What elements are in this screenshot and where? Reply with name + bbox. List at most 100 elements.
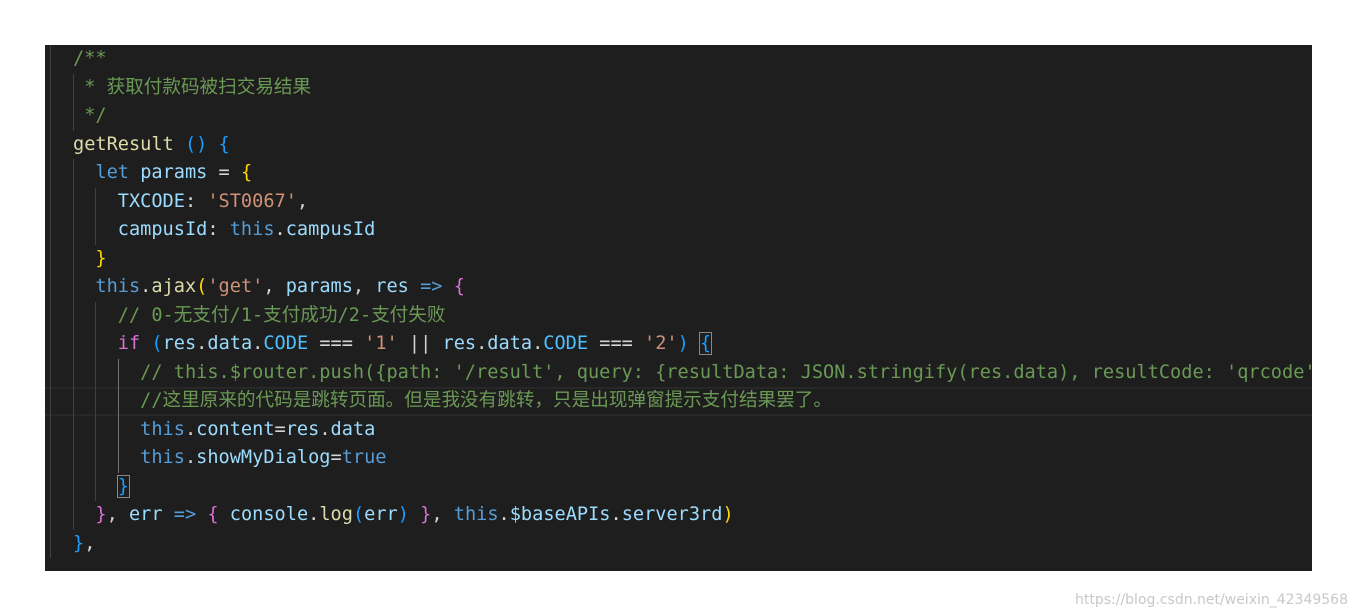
indent-guide [95, 330, 97, 359]
code-token: true [341, 447, 387, 468]
code-line[interactable]: * 获取付款码被扫交易结果 [45, 73, 1312, 102]
code-token: CODE [263, 333, 309, 354]
code-token: . [184, 418, 197, 440]
code-line[interactable]: // 0-无支付/1-支付成功/2-支付失败 [45, 301, 1312, 330]
code-lines: /** * 获取付款码被扫交易结果 */ getResult () { let p… [45, 45, 1312, 558]
indent-guide [50, 102, 51, 131]
indent-guide [50, 45, 51, 74]
code-token: data [487, 333, 533, 354]
code-line[interactable]: } [45, 472, 1312, 501]
code-line[interactable]: if (res.data.CODE === '1' || res.data.CO… [45, 330, 1312, 359]
code-token: $baseAPIs [509, 504, 611, 525]
code-token: , [352, 276, 376, 297]
code-token: params [140, 162, 208, 183]
code-token: getResult [73, 133, 174, 155]
code-token: content [196, 418, 275, 440]
code-token: } [116, 474, 131, 498]
indent-guide [95, 415, 97, 444]
indent-guide [50, 472, 51, 501]
code-token: res [442, 333, 477, 354]
code-token: showMyDialog [196, 447, 331, 468]
code-token: . [532, 333, 544, 354]
code-token: . [184, 447, 197, 468]
indent-guide [117, 415, 119, 444]
code-line[interactable]: this.ajax('get', params, res => { [45, 273, 1312, 302]
code-token: ) [677, 333, 689, 354]
indent-guide [50, 301, 51, 330]
code-line[interactable]: // this.$router.push({path: '/result', q… [45, 358, 1312, 387]
code-line[interactable]: } [45, 244, 1312, 273]
code-token: , [84, 532, 96, 554]
code-line[interactable]: let params = { [45, 159, 1312, 188]
code-token: err [128, 504, 163, 525]
code-token: TXCODE [117, 190, 185, 212]
code-line[interactable]: campusId: this.campusId [45, 216, 1312, 245]
code-token: CODE [543, 333, 589, 354]
code-token: ( [196, 276, 208, 297]
indent-guide [117, 387, 119, 416]
code-token: ( [151, 333, 163, 354]
code-token: === [588, 333, 645, 354]
indent-guide [73, 273, 74, 302]
code-token: err [364, 504, 398, 525]
code-token: /** [73, 48, 107, 69]
code-token: , [296, 190, 309, 212]
code-line[interactable]: }, err => { console.log(err) }, this.$ba… [45, 501, 1312, 530]
indent-guide [50, 159, 51, 188]
code-token: ) [722, 504, 734, 525]
code-token: ( [352, 504, 365, 525]
indent-guide [50, 387, 51, 416]
code-token: */ [73, 105, 107, 126]
code-line[interactable]: this.content=res.data [45, 415, 1312, 444]
code-token: : [207, 219, 230, 240]
indent-guide [95, 358, 97, 387]
code-token: data [207, 333, 253, 354]
code-token: campusId [117, 219, 208, 240]
code-token: res [375, 276, 409, 297]
indent-guide [50, 330, 51, 359]
code-line[interactable]: getResult () { [45, 130, 1312, 159]
code-token: { [699, 332, 713, 355]
code-editor[interactable]: /** * 获取付款码被扫交易结果 */ getResult () { let p… [45, 45, 1312, 571]
indent-guide [50, 529, 51, 558]
code-token: // 0-无支付/1-支付成功/2-支付失败 [117, 304, 446, 326]
code-token: { [240, 162, 253, 183]
code-token: = [330, 447, 342, 468]
indent-guide [73, 301, 74, 330]
code-line[interactable]: this.showMyDialog=true [45, 444, 1312, 473]
code-token: () [184, 133, 208, 155]
code-line[interactable]: //这里原来的代码是跳转页面。但是我没有跳转，只是出现弹窗提示支付结果罢了。 [45, 387, 1312, 416]
code-token: . [498, 504, 510, 525]
code-line[interactable]: */ [45, 102, 1312, 131]
code-line[interactable]: TXCODE: 'ST0067', [45, 187, 1312, 216]
code-token: let [95, 162, 129, 183]
code-token: '1' [364, 333, 398, 354]
indent-guide [73, 159, 74, 188]
code-token: . [610, 504, 622, 525]
indent-guide [95, 187, 97, 216]
code-token: ajax [151, 276, 197, 297]
code-token: || [397, 333, 443, 354]
code-token: = [274, 418, 286, 440]
code-token: => [173, 504, 197, 525]
code-token: { [453, 276, 465, 297]
code-line[interactable]: /** [45, 45, 1312, 74]
code-line[interactable]: }, [45, 529, 1312, 558]
code-token: this [229, 219, 275, 240]
indent-guide [50, 501, 51, 530]
indent-guide [95, 472, 97, 501]
code-token: if [117, 333, 141, 354]
indent-guide [95, 387, 97, 416]
watermark: https://blog.csdn.net/weixin_42349568 [1074, 592, 1348, 608]
code-token: log [319, 504, 353, 525]
code-token: //这里原来的代码是跳转页面。但是我没有跳转，只是出现弹窗提示支付结果罢了。 [140, 390, 832, 411]
